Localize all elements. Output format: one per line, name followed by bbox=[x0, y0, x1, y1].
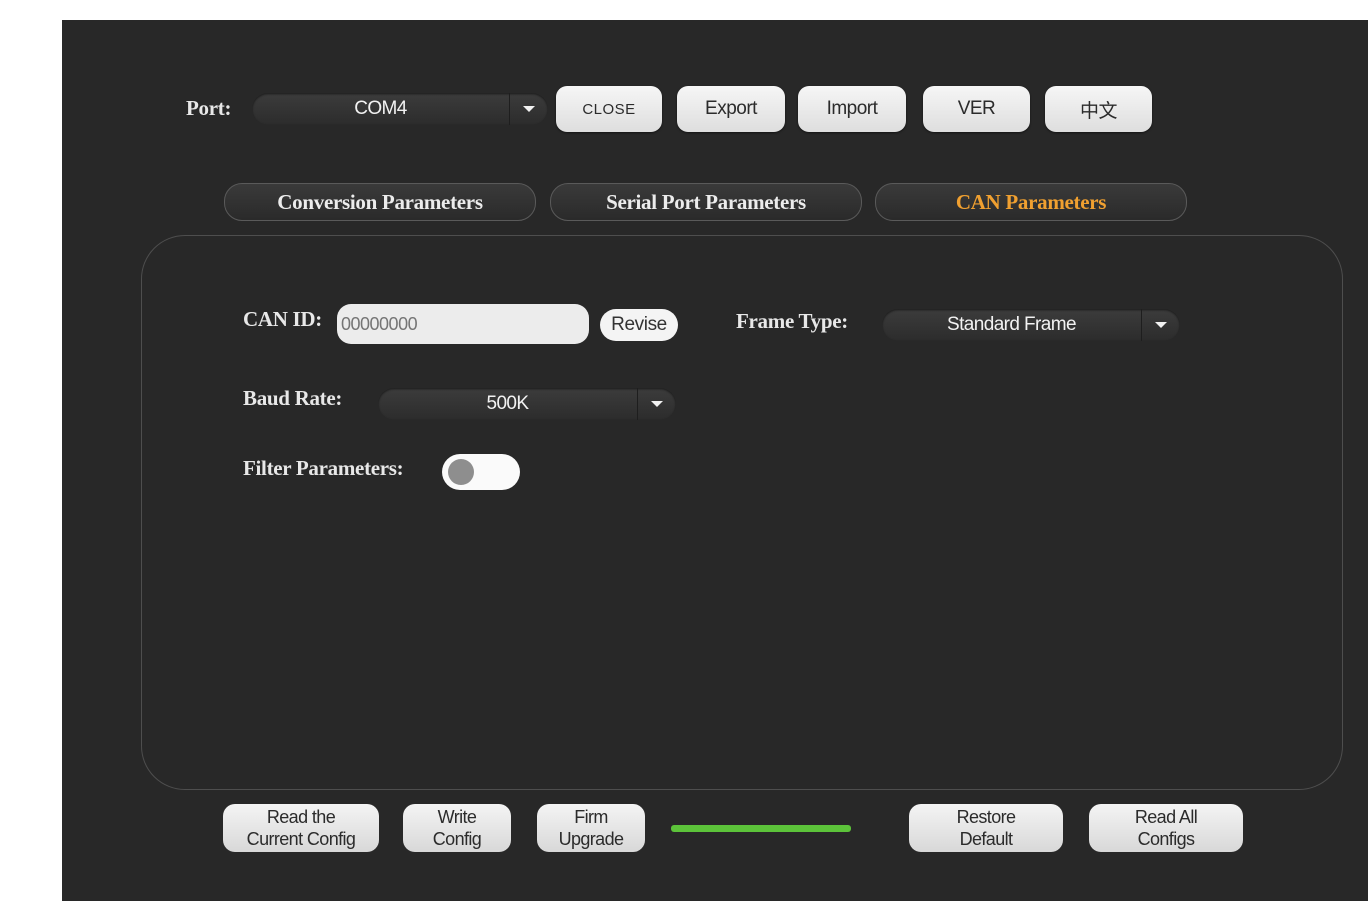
read-all-line2: Configs bbox=[1137, 829, 1195, 849]
port-label: Port: bbox=[186, 96, 232, 120]
read-all-configs-button[interactable]: Read All Configs bbox=[1089, 804, 1243, 852]
chevron-down-icon bbox=[509, 93, 548, 125]
port-value: COM4 bbox=[354, 98, 407, 119]
import-button[interactable]: Import bbox=[798, 86, 906, 132]
filter-parameters-label: Filter Parameters: bbox=[243, 456, 404, 480]
export-button[interactable]: Export bbox=[677, 86, 785, 132]
read-current-config-button[interactable]: Read the Current Config bbox=[223, 804, 379, 852]
firm-upgrade-button[interactable]: Firm Upgrade bbox=[537, 804, 645, 852]
baud-rate-label: Baud Rate: bbox=[243, 386, 343, 410]
revise-button[interactable]: Revise bbox=[600, 309, 678, 341]
read-current-line1: Read the bbox=[266, 807, 336, 827]
frame-type-label: Frame Type: bbox=[736, 309, 848, 333]
baud-rate-select[interactable]: 500K bbox=[378, 388, 676, 420]
close-button[interactable]: CLOSE bbox=[556, 86, 662, 132]
chevron-down-icon bbox=[1141, 309, 1180, 341]
firm-upgrade-line1: Firm bbox=[574, 807, 608, 827]
write-config-line1: Write bbox=[437, 807, 477, 827]
progress-fill bbox=[671, 825, 851, 832]
restore-default-line1: Restore bbox=[956, 807, 1016, 827]
restore-default-button[interactable]: Restore Default bbox=[909, 804, 1063, 852]
port-select[interactable]: COM4 bbox=[252, 93, 548, 125]
filter-parameters-toggle[interactable] bbox=[442, 454, 520, 490]
frame-type-value: Standard Frame bbox=[947, 314, 1076, 335]
write-config-button[interactable]: Write Config bbox=[403, 804, 511, 852]
language-button[interactable]: 中文 bbox=[1045, 86, 1152, 132]
frame-type-select[interactable]: Standard Frame bbox=[882, 309, 1180, 341]
tab-serial-port-parameters[interactable]: Serial Port Parameters bbox=[550, 183, 862, 221]
tab-can-parameters[interactable]: CAN Parameters bbox=[875, 183, 1187, 221]
ver-button[interactable]: VER bbox=[923, 86, 1030, 132]
chevron-down-icon bbox=[637, 388, 676, 420]
toggle-knob bbox=[448, 459, 474, 485]
firm-upgrade-line2: Upgrade bbox=[558, 829, 624, 849]
baud-rate-value: 500K bbox=[486, 393, 530, 414]
restore-default-line2: Default bbox=[959, 829, 1013, 849]
read-current-line2: Current Config bbox=[246, 829, 356, 849]
write-config-line2: Config bbox=[432, 829, 482, 849]
upgrade-progress-bar bbox=[671, 825, 851, 832]
app-window: Port: COM4 CLOSE Export Import VER 中文 Co… bbox=[62, 20, 1368, 901]
read-all-line1: Read All bbox=[1134, 807, 1198, 827]
tab-conversion-parameters[interactable]: Conversion Parameters bbox=[224, 183, 536, 221]
can-id-input[interactable] bbox=[337, 304, 589, 344]
can-id-label: CAN ID: bbox=[243, 307, 322, 331]
